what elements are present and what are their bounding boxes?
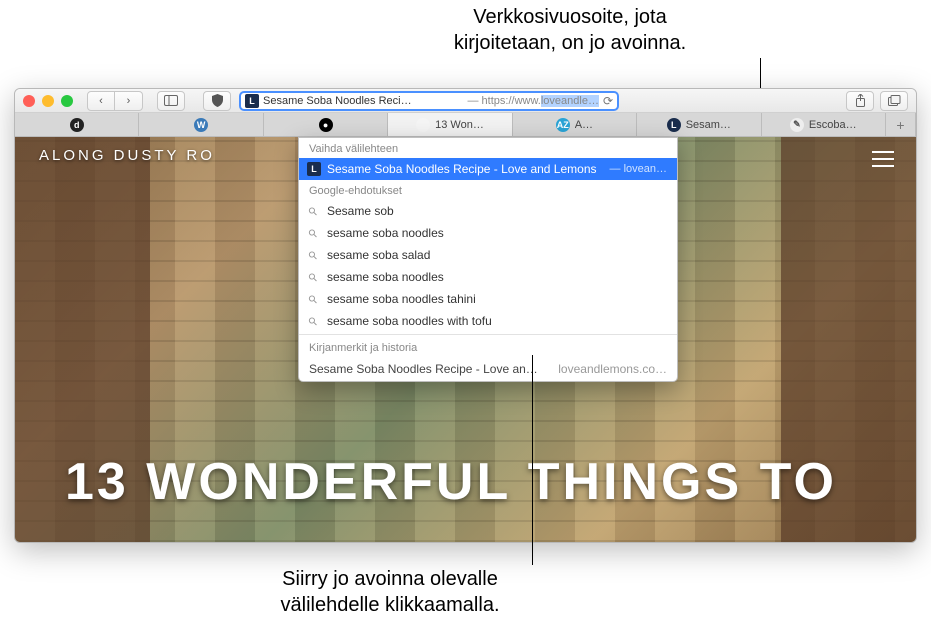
hamburger-menu-icon[interactable] — [872, 151, 894, 167]
reload-icon[interactable]: ⟳ — [603, 94, 613, 108]
dropdown-bookmark-item[interactable]: Sesame Soba Noodles Recipe - Love an… lo… — [299, 357, 677, 381]
dropdown-section-switch-tab: Vaihda välilehteen — [299, 138, 677, 158]
tab-label: Escoba… — [809, 119, 857, 131]
tab-label: 13 Won… — [435, 119, 484, 131]
search-icon: ⚲ — [306, 314, 321, 329]
tab-favicon — [416, 118, 430, 132]
dropdown-divider — [299, 334, 677, 335]
dropdown-suggestion-1[interactable]: ⚲ sesame soba noodles — [299, 222, 677, 244]
page-hero-heading: 13 WONDERFUL THINGS TO — [65, 452, 896, 512]
tab-0[interactable]: d — [15, 113, 139, 136]
titlebar: ‹ › L Sesame Soba Noodles Reci… — https:… — [15, 89, 916, 113]
dropdown-switch-tab-item[interactable]: L Sesame Soba Noodles Recipe - Love and … — [299, 158, 677, 180]
bookmark-title: Sesame Soba Noodles Recipe - Love an… — [309, 362, 538, 376]
dropdown-section-google: Google-ehdotukset — [299, 180, 677, 200]
tab-favicon: ● — [319, 118, 333, 132]
tab-2[interactable]: ● — [264, 113, 388, 136]
suggestion-text: sesame soba noodles — [327, 270, 444, 284]
dropdown-suggestion-4[interactable]: ⚲ sesame soba noodles tahini — [299, 288, 677, 310]
search-icon: ⚲ — [306, 270, 321, 285]
nav-buttons: ‹ › — [87, 91, 143, 111]
tabs-overview-button[interactable] — [880, 91, 908, 111]
search-icon: ⚲ — [306, 226, 321, 241]
tab-favicon: L — [667, 118, 681, 132]
fullscreen-window-button[interactable] — [61, 95, 73, 107]
tab-1[interactable]: W — [139, 113, 263, 136]
tab-favicon: d — [70, 118, 84, 132]
privacy-shield-button[interactable] — [203, 91, 231, 111]
dropdown-item-favicon: L — [307, 162, 321, 176]
tab-4[interactable]: AZ A… — [513, 113, 637, 136]
page-site-title: ALONG DUSTY RO — [39, 147, 215, 164]
new-tab-button[interactable]: + — [886, 113, 916, 136]
dropdown-suggestion-2[interactable]: ⚲ sesame soba salad — [299, 244, 677, 266]
suggestion-text: Sesame sob — [327, 204, 394, 218]
address-url: — https://www.loveandle… — [467, 95, 598, 107]
callout-line-bottom — [532, 355, 533, 565]
search-icon: ⚲ — [306, 248, 321, 263]
dropdown-suggestion-5[interactable]: ⚲ sesame soba noodles with tofu — [299, 310, 677, 332]
suggestion-text: sesame soba noodles tahini — [327, 292, 476, 306]
tab-6[interactable]: ✎ Escoba… — [762, 113, 886, 136]
suggestion-text: sesame soba salad — [327, 248, 430, 262]
bookmark-domain: loveandlemons.co… — [558, 362, 667, 376]
close-window-button[interactable] — [23, 95, 35, 107]
share-button[interactable] — [846, 91, 874, 111]
back-button[interactable]: ‹ — [87, 91, 115, 111]
tab-label: A… — [575, 119, 593, 131]
tab-favicon: ✎ — [790, 118, 804, 132]
dropdown-section-bookmarks: Kirjanmerkit ja historia — [299, 337, 677, 357]
dropdown-suggestion-0[interactable]: ⚲ Sesame sob — [299, 200, 677, 222]
safari-window: ‹ › L Sesame Soba Noodles Reci… — https:… — [14, 88, 917, 543]
suggestion-text: sesame soba noodles — [327, 226, 444, 240]
callout-text-top: Verkkosivuosoite, jota kirjoitetaan, on … — [360, 4, 780, 56]
sidebar-button[interactable] — [157, 91, 185, 111]
address-bar[interactable]: L Sesame Soba Noodles Reci… — https://ww… — [239, 91, 619, 111]
callout-text-bottom: Siirry jo avoinna olevalle välilehdelle … — [180, 566, 600, 618]
forward-button[interactable]: › — [115, 91, 143, 111]
tab-favicon: AZ — [556, 118, 570, 132]
suggestion-text: sesame soba noodles with tofu — [327, 314, 492, 328]
tab-label: Sesam… — [686, 119, 731, 131]
window-controls — [23, 95, 73, 107]
tab-bar: d W ● 13 Won… AZ A… L Sesam… ✎ Escoba… + — [15, 113, 916, 137]
address-suggestions-dropdown: Vaihda välilehteen L Sesame Soba Noodles… — [298, 137, 678, 382]
tab-favicon: W — [194, 118, 208, 132]
dropdown-suggestion-3[interactable]: ⚲ sesame soba noodles — [299, 266, 677, 288]
search-icon: ⚲ — [306, 204, 321, 219]
minimize-window-button[interactable] — [42, 95, 54, 107]
tab-5[interactable]: L Sesam… — [637, 113, 761, 136]
address-title: Sesame Soba Noodles Reci… — [263, 95, 463, 107]
address-favicon: L — [245, 94, 259, 108]
search-icon: ⚲ — [306, 292, 321, 307]
dropdown-item-title: Sesame Soba Noodles Recipe - Love and Le… — [327, 162, 597, 176]
tab-3[interactable]: 13 Won… — [388, 113, 512, 136]
dropdown-item-trail: — lovean… — [610, 163, 667, 175]
